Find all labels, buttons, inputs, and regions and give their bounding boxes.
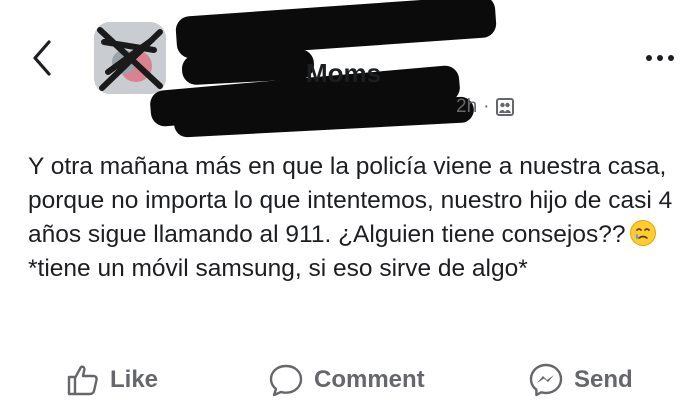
- send-button[interactable]: Send: [528, 360, 633, 400]
- back-button[interactable]: [26, 36, 58, 80]
- post-header: Moms 2h ·: [0, 0, 700, 138]
- post-paragraph: Y otra mañana más en que la policía vien…: [28, 150, 678, 252]
- send-label: Send: [574, 366, 633, 393]
- action-bar: Like Comment Send: [0, 352, 700, 404]
- comment-icon: [269, 364, 303, 397]
- post-text-line: Y otra mañana más en que la policía vien…: [28, 153, 673, 248]
- post-text-line: *tiene un móvil samsung, si eso sirve de…: [28, 255, 528, 282]
- group-name-label: Moms: [306, 58, 382, 88]
- chevron-left-icon: [33, 40, 51, 76]
- like-button[interactable]: Like: [66, 360, 158, 400]
- group-name[interactable]: Moms: [170, 12, 530, 88]
- dot: [668, 55, 674, 61]
- meta-separator: ·: [483, 96, 490, 117]
- timestamp: 2h: [456, 96, 478, 117]
- post-text: Y otra mañana más en que la policía vien…: [28, 150, 678, 286]
- post-meta: 2h ·: [456, 96, 515, 118]
- avatar-scribble: [94, 22, 166, 94]
- dot: [657, 55, 663, 61]
- group-avatar[interactable]: [94, 22, 166, 94]
- thumbs-up-icon: [67, 365, 98, 396]
- dot: [646, 55, 652, 61]
- post-paragraph: *tiene un móvil samsung, si eso sirve de…: [28, 252, 678, 286]
- like-label: Like: [110, 366, 159, 393]
- face-holding-back-tears-icon: [630, 220, 657, 246]
- group-privacy-icon: [496, 98, 515, 116]
- more-options-button[interactable]: [640, 46, 680, 70]
- comment-button[interactable]: Comment: [268, 360, 425, 400]
- comment-label: Comment: [314, 366, 425, 393]
- messenger-icon: [529, 363, 563, 397]
